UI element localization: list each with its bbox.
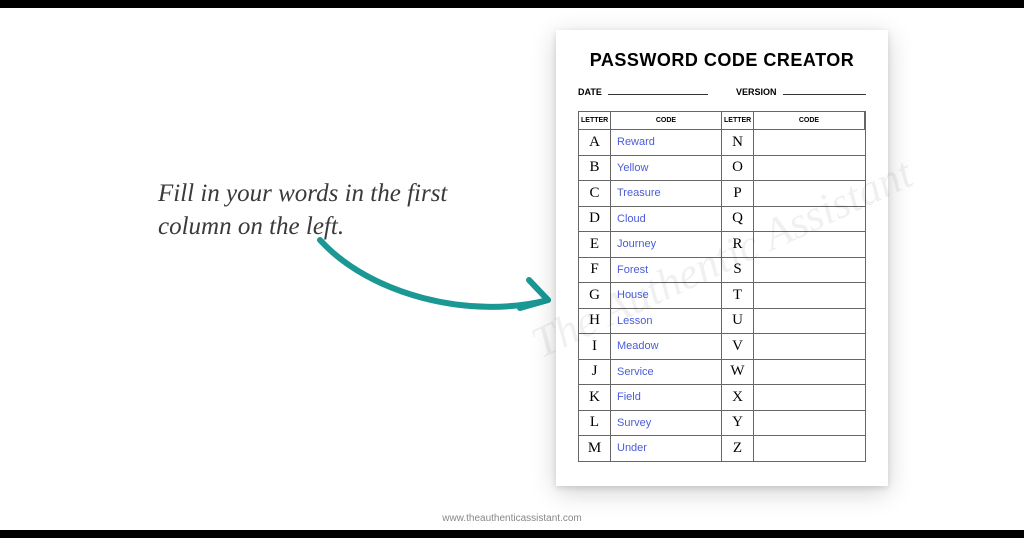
code-cell bbox=[754, 232, 865, 258]
code-cell bbox=[754, 283, 865, 309]
header-letter-2: LETTER bbox=[722, 112, 754, 130]
letter-cell: K bbox=[579, 385, 611, 411]
code-cell: Yellow bbox=[611, 156, 722, 182]
letter-cell: F bbox=[579, 258, 611, 284]
arrow-icon bbox=[310, 225, 570, 335]
letter-cell: E bbox=[579, 232, 611, 258]
letter-cell: J bbox=[579, 360, 611, 386]
date-line bbox=[608, 85, 708, 95]
letter-cell: Q bbox=[722, 207, 754, 233]
code-cell bbox=[754, 207, 865, 233]
code-value: Yellow bbox=[617, 162, 648, 174]
letter-cell: I bbox=[579, 334, 611, 360]
code-value: Field bbox=[617, 391, 641, 403]
letter-cell: X bbox=[722, 385, 754, 411]
letter-cell: B bbox=[579, 156, 611, 182]
code-cell: Survey bbox=[611, 411, 722, 437]
code-cell bbox=[754, 411, 865, 437]
letter-cell: A bbox=[579, 130, 611, 156]
code-value: Service bbox=[617, 366, 654, 378]
letter-cell: O bbox=[722, 156, 754, 182]
code-value: Survey bbox=[617, 417, 651, 429]
letter-cell: H bbox=[579, 309, 611, 335]
code-value: Reward bbox=[617, 136, 655, 148]
top-border-bar bbox=[0, 0, 1024, 8]
code-cell: Journey bbox=[611, 232, 722, 258]
code-cell bbox=[754, 436, 865, 462]
letter-cell: R bbox=[722, 232, 754, 258]
code-table: LETTER CODE LETTER CODE A Reward N B Yellow O… bbox=[578, 111, 866, 462]
bottom-border-bar bbox=[0, 530, 1024, 538]
version-line bbox=[783, 85, 866, 95]
letter-cell: T bbox=[722, 283, 754, 309]
date-field: DATE bbox=[578, 85, 708, 97]
meta-row: DATE VERSION bbox=[578, 85, 866, 97]
letter-cell: C bbox=[579, 181, 611, 207]
worksheet-title: PASSWORD CODE CREATOR bbox=[578, 50, 866, 71]
header-code-1: CODE bbox=[611, 112, 722, 130]
code-cell bbox=[754, 360, 865, 386]
letter-cell: W bbox=[722, 360, 754, 386]
code-cell bbox=[754, 130, 865, 156]
code-cell: House bbox=[611, 283, 722, 309]
code-cell: Forest bbox=[611, 258, 722, 284]
code-cell bbox=[754, 181, 865, 207]
letter-cell: N bbox=[722, 130, 754, 156]
letter-cell: P bbox=[722, 181, 754, 207]
date-label: DATE bbox=[578, 87, 602, 97]
code-cell: Cloud bbox=[611, 207, 722, 233]
letter-cell: V bbox=[722, 334, 754, 360]
code-value: Lesson bbox=[617, 315, 652, 327]
code-value: Treasure bbox=[617, 187, 661, 199]
letter-cell: Z bbox=[722, 436, 754, 462]
code-cell: Treasure bbox=[611, 181, 722, 207]
code-cell: Reward bbox=[611, 130, 722, 156]
version-label: VERSION bbox=[736, 87, 777, 97]
code-value: House bbox=[617, 289, 649, 301]
code-value: Under bbox=[617, 442, 647, 454]
code-value: Forest bbox=[617, 264, 648, 276]
header-letter-1: LETTER bbox=[579, 112, 611, 130]
footer-url: www.theauthenticassistant.com bbox=[0, 513, 1024, 524]
code-cell: Field bbox=[611, 385, 722, 411]
code-cell: Service bbox=[611, 360, 722, 386]
code-value: Journey bbox=[617, 238, 656, 250]
code-cell bbox=[754, 334, 865, 360]
code-cell bbox=[754, 156, 865, 182]
letter-cell: G bbox=[579, 283, 611, 309]
letter-cell: L bbox=[579, 411, 611, 437]
worksheet-paper: The Authentic Assistant PASSWORD CODE CR… bbox=[556, 30, 888, 486]
header-code-2: CODE bbox=[754, 112, 865, 130]
code-cell bbox=[754, 385, 865, 411]
code-cell: Meadow bbox=[611, 334, 722, 360]
letter-cell: U bbox=[722, 309, 754, 335]
code-cell bbox=[754, 309, 865, 335]
version-field: VERSION bbox=[736, 85, 866, 97]
code-cell: Lesson bbox=[611, 309, 722, 335]
code-value: Meadow bbox=[617, 340, 659, 352]
letter-cell: D bbox=[579, 207, 611, 233]
code-value: Cloud bbox=[617, 213, 646, 225]
code-cell bbox=[754, 258, 865, 284]
letter-cell: Y bbox=[722, 411, 754, 437]
code-cell: Under bbox=[611, 436, 722, 462]
letter-cell: S bbox=[722, 258, 754, 284]
letter-cell: M bbox=[579, 436, 611, 462]
